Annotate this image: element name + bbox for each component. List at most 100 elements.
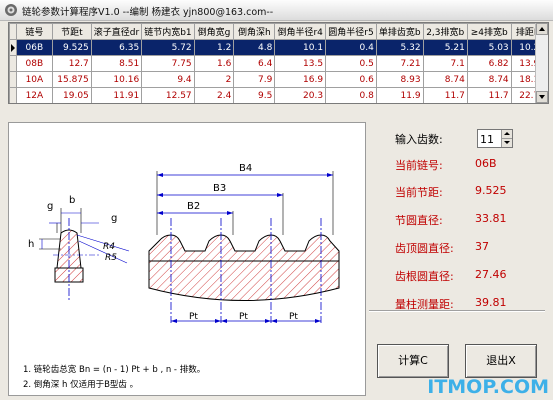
- table-cell[interactable]: 1.6: [193, 55, 235, 72]
- table-cell[interactable]: 5.21: [422, 39, 468, 56]
- table-cell[interactable]: 9.525: [52, 39, 92, 56]
- table-cell[interactable]: 7.75: [141, 55, 195, 72]
- table-cell[interactable]: 12.7: [52, 55, 92, 72]
- table-row[interactable]: 08B 12.7 8.51 7.75 1.6 6.4 13.5 0.5 7.21…: [9, 55, 548, 72]
- table-cell[interactable]: 2.4: [193, 87, 235, 103]
- table-cell[interactable]: 6.4: [233, 55, 276, 72]
- table-cell[interactable]: 2: [193, 71, 235, 88]
- col-header[interactable]: 节距t: [52, 23, 92, 40]
- table-cell[interactable]: 10.1: [274, 39, 327, 56]
- label-b2: B2: [187, 201, 200, 212]
- col-header[interactable]: 倒角深h: [233, 23, 276, 40]
- col-header[interactable]: 链节内宽b1: [141, 23, 195, 40]
- table-cell[interactable]: 8.93: [375, 71, 424, 88]
- teeth-count-value[interactable]: 11: [480, 133, 494, 146]
- table-cell[interactable]: 0.8: [325, 87, 377, 103]
- col-header[interactable]: 链号: [15, 23, 54, 40]
- tip-diameter-value: 37: [475, 240, 489, 253]
- table-row[interactable]: 10A 15.875 10.16 9.4 2 7.9 16.9 0.6 8.93…: [9, 71, 548, 88]
- col-header[interactable]: 圆角半径r5: [325, 23, 377, 40]
- table-cell[interactable]: 7.21: [375, 55, 424, 72]
- panel-separator: [369, 310, 545, 312]
- row-indicator: [9, 87, 17, 103]
- window-title: 链轮参数计算程序V1.0 --编制 杨建衣 yjn800@163.com--: [22, 7, 274, 18]
- table-cell[interactable]: 10.16: [90, 71, 143, 88]
- chain-data-grid[interactable]: 链号 节距t 滚子直径dr 链节内宽b1 倒角宽g 倒角深h 倒角半径r4 圆角…: [8, 22, 549, 104]
- table-cell[interactable]: 13.5: [274, 55, 327, 72]
- table-cell[interactable]: 11.7: [422, 87, 468, 103]
- table-cell[interactable]: 5.72: [141, 39, 195, 56]
- table-cell[interactable]: 11.91: [90, 87, 143, 103]
- scroll-down-arrow-icon[interactable]: [536, 91, 548, 103]
- table-row[interactable]: 12A 19.05 11.91 12.57 2.4 9.5 20.3 0.8 1…: [9, 87, 548, 103]
- measure-distance-value: 39.81: [475, 296, 507, 309]
- table-cell[interactable]: 16.9: [274, 71, 327, 88]
- pitch-diameter-label: 节圆直径:: [395, 214, 443, 227]
- chamfer-note: 2. 倒角深 h 仅适用于B型齿 。: [23, 380, 139, 390]
- col-header[interactable]: 单排齿宽b: [375, 23, 424, 40]
- results-panel: 输入齿数: 11 当前链号: 06B 当前节距: 9.525 节圆直径: 33.…: [369, 122, 545, 394]
- scroll-up-arrow-icon[interactable]: [536, 23, 548, 35]
- spin-down-icon[interactable]: [501, 139, 512, 147]
- table-cell[interactable]: 06B: [15, 39, 54, 56]
- label-g-top: g: [47, 201, 53, 212]
- table-cell[interactable]: 11.7: [466, 87, 512, 103]
- table-vertical-scrollbar[interactable]: [535, 23, 548, 103]
- watermark-logo: ITMOP.COM: [427, 376, 549, 398]
- label-h: h: [28, 239, 34, 250]
- table-header-row: 链号 节距t 滚子直径dr 链节内宽b1 倒角宽g 倒角深h 倒角半径r4 圆角…: [9, 23, 548, 40]
- col-header[interactable]: 倒角宽g: [193, 23, 235, 40]
- chain-table: 链号 节距t 滚子直径dr 链节内宽b1 倒角宽g 倒角深h 倒角半径r4 圆角…: [9, 23, 548, 103]
- table-cell[interactable]: 15.875: [52, 71, 92, 88]
- app-icon: [5, 4, 17, 16]
- calculate-button[interactable]: 计算C: [377, 344, 449, 378]
- current-chain-label: 当前链号:: [395, 159, 443, 172]
- label-g-right: g: [111, 213, 117, 224]
- table-cell[interactable]: 9.4: [141, 71, 195, 88]
- sprocket-section-view: [148, 171, 340, 323]
- table-cell[interactable]: 9.5: [233, 87, 276, 103]
- table-cell[interactable]: 7.9: [233, 71, 276, 88]
- teeth-count-spinner[interactable]: 11: [477, 129, 513, 148]
- col-header[interactable]: ≥4排宽b: [466, 23, 512, 40]
- col-header[interactable]: 滚子直径dr: [90, 23, 143, 40]
- table-cell[interactable]: 5.03: [466, 39, 512, 56]
- table-cell[interactable]: 19.05: [52, 87, 92, 103]
- table-cell[interactable]: 4.8: [233, 39, 276, 56]
- sprocket-drawing: g b g h R4 R5 B4 B3 B2 Pt Pt Pt: [28, 163, 340, 323]
- root-diameter-value: 27.46: [475, 268, 507, 281]
- label-r4: R4: [103, 242, 115, 252]
- col-header[interactable]: 倒角半径r4: [274, 23, 327, 40]
- table-cell[interactable]: 7.1: [422, 55, 468, 72]
- formula-note: 1. 链轮齿总宽 Bn = (n - 1) Pt + b , n - 排数。: [23, 365, 206, 375]
- table-cell[interactable]: 10A: [15, 71, 54, 88]
- row-indicator: [9, 55, 17, 72]
- current-pitch-label: 当前节距:: [395, 186, 443, 199]
- table-cell[interactable]: 12.57: [141, 87, 195, 103]
- table-cell[interactable]: 12A: [15, 87, 54, 103]
- table-cell[interactable]: 0.5: [325, 55, 377, 72]
- table-cell[interactable]: 0.4: [325, 39, 377, 56]
- table-cell[interactable]: 0.6: [325, 71, 377, 88]
- spin-up-icon[interactable]: [501, 130, 512, 139]
- table-cell[interactable]: 6.82: [466, 55, 512, 72]
- table-cell[interactable]: 8.74: [466, 71, 512, 88]
- table-cell[interactable]: 1.2: [193, 39, 235, 56]
- table-cell[interactable]: 20.3: [274, 87, 327, 103]
- table-cell[interactable]: 08B: [15, 55, 54, 72]
- label-b: b: [69, 195, 75, 206]
- label-pt-3: Pt: [289, 312, 298, 322]
- row-indicator-header: [9, 23, 17, 40]
- table-cell[interactable]: 11.9: [375, 87, 424, 103]
- table-row-selected[interactable]: 06B 9.525 6.35 5.72 1.2 4.8 10.1 0.4 5.3…: [9, 39, 548, 56]
- table-cell[interactable]: 6.35: [90, 39, 143, 56]
- table-cell[interactable]: 8.74: [422, 71, 468, 88]
- col-header[interactable]: 2,3排宽b: [422, 23, 468, 40]
- current-pitch-value: 9.525: [475, 184, 507, 197]
- exit-button[interactable]: 退出X: [465, 344, 537, 378]
- label-b4: B4: [239, 163, 252, 174]
- table-cell[interactable]: 5.32: [375, 39, 424, 56]
- pitch-diameter-value: 33.81: [475, 212, 507, 225]
- table-cell[interactable]: 8.51: [90, 55, 143, 72]
- label-b3: B3: [213, 183, 226, 194]
